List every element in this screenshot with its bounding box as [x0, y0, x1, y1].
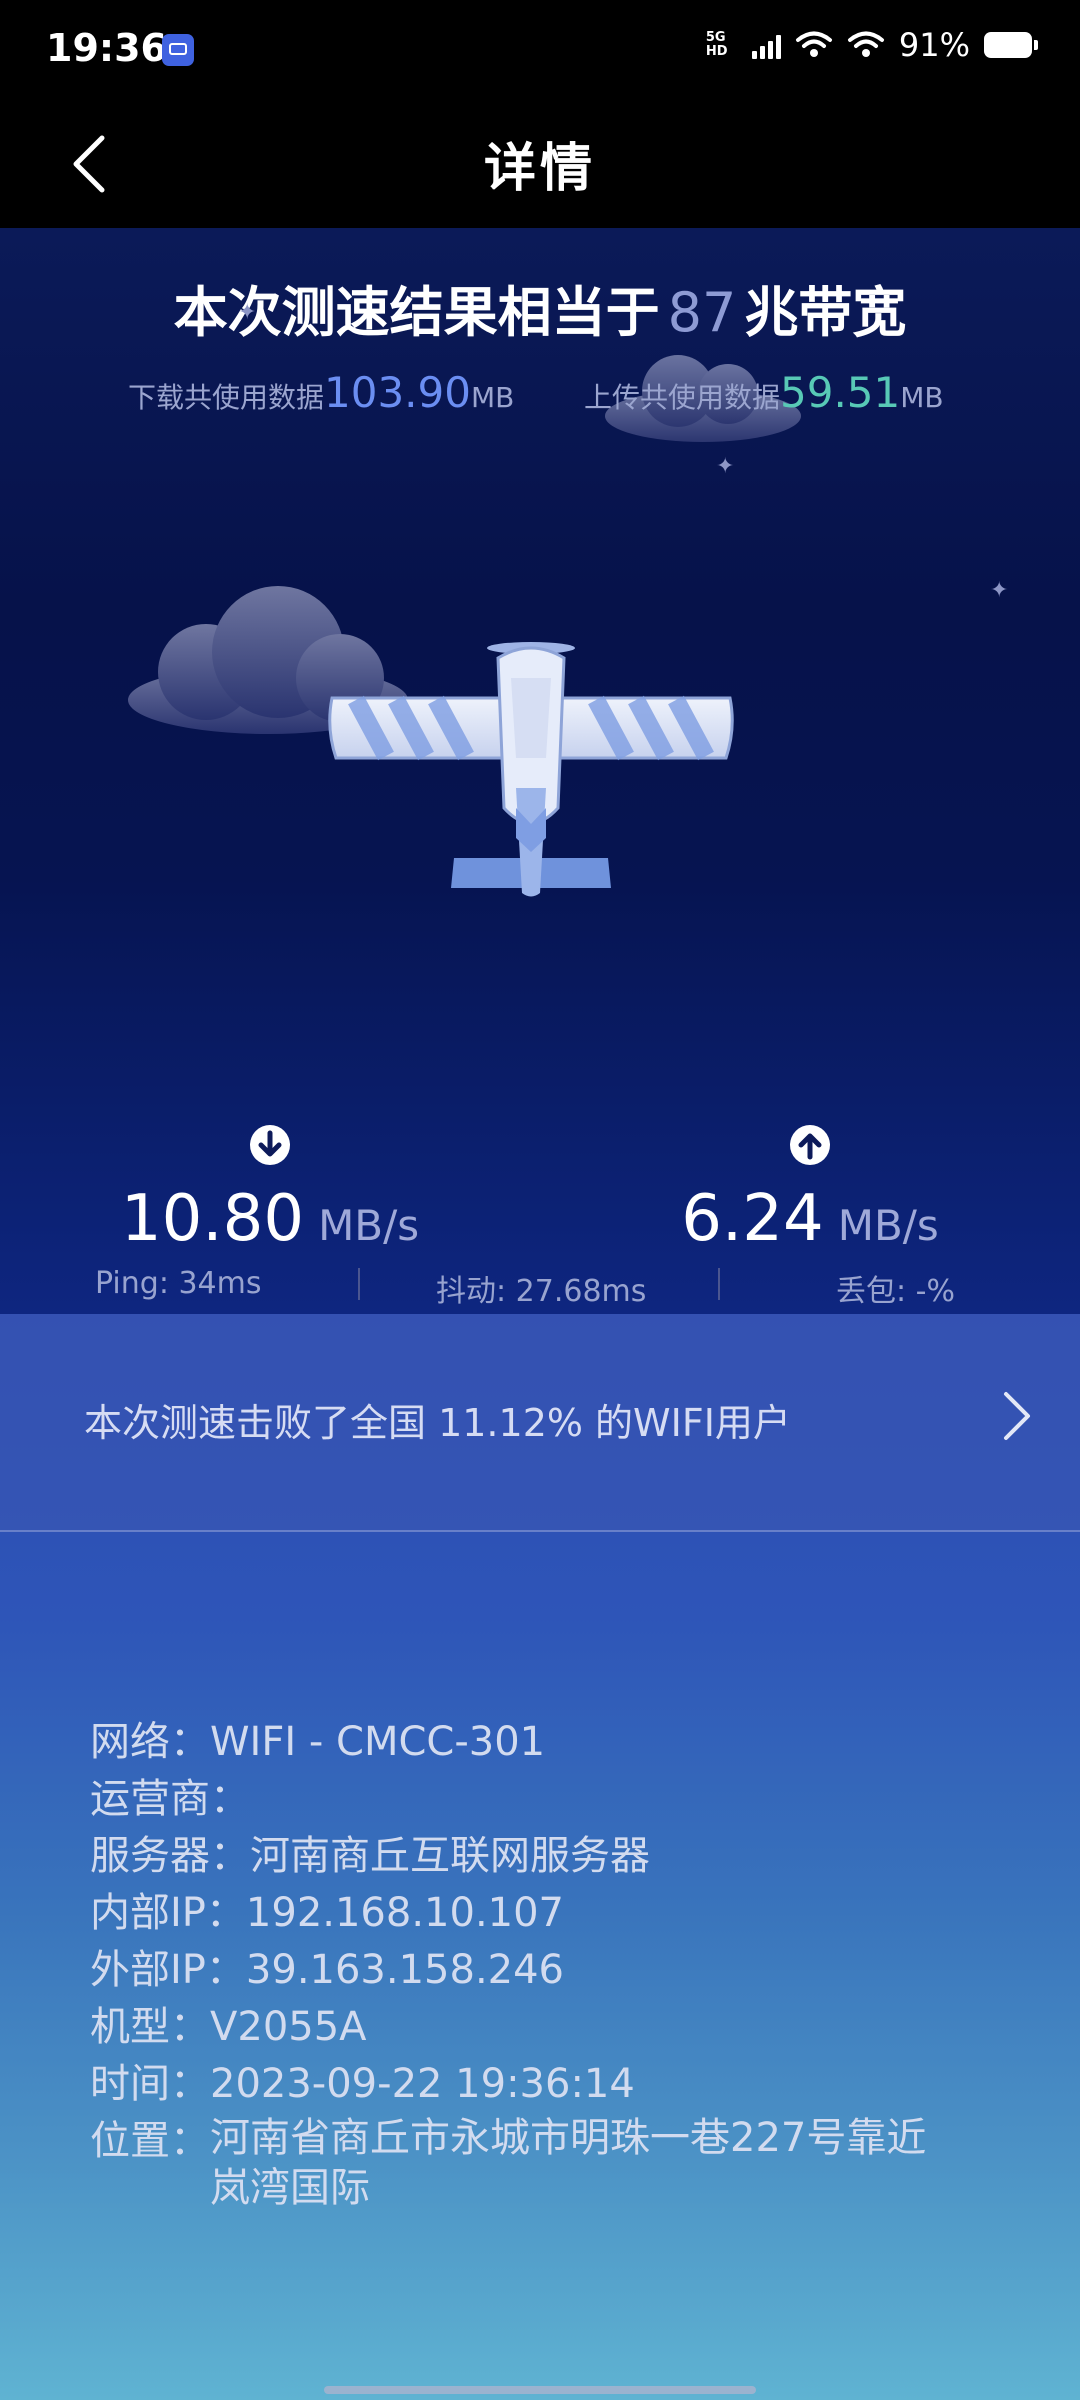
home-indicator[interactable]	[324, 2386, 756, 2394]
detail-value: 河南商丘互联网服务器	[250, 1833, 650, 1879]
upload-speed-unit: MB/s	[837, 1201, 939, 1250]
bandwidth-headline: 本次测速结果相当于 87 兆带宽	[0, 268, 1080, 347]
details-panel: 本次测速击败了全国 11.12% 的WIFI用户 网络： WIFI - CMCC…	[0, 1314, 1080, 2400]
status-indicators: 5G HD 91%	[706, 26, 1038, 64]
battery-icon	[984, 32, 1038, 58]
upload-speed-value: 6.24	[681, 1182, 824, 1256]
download-usage-label: 下载共使用数据	[128, 381, 325, 414]
detail-label: 位置：	[90, 2118, 210, 2164]
detail-label: 机型：	[90, 2004, 210, 2050]
upload-speed: 6.24 MB/s	[610, 1124, 1010, 1256]
detail-server: 服务器： 河南商丘互联网服务器	[90, 1828, 1010, 1885]
detail-label: 运营商：	[90, 1776, 250, 1822]
star-icon: ✦	[716, 454, 735, 479]
chevron-right-icon	[1004, 1392, 1030, 1440]
download-usage: 下载共使用数据103.90MB	[128, 368, 514, 417]
detail-label: 服务器：	[90, 1833, 250, 1879]
notification-app-icon	[162, 34, 194, 66]
wifi-icon	[847, 31, 884, 57]
detail-carrier: 运营商：	[90, 1771, 1010, 1828]
connection-details: 网络： WIFI - CMCC-301 运营商： 服务器： 河南商丘互联网服务器…	[90, 1714, 1010, 2213]
network-type-label: 5G HD	[705, 30, 728, 59]
battery-percentage: 91%	[898, 26, 970, 64]
detail-model: 机型： V2055A	[90, 1999, 1010, 2056]
detail-label: 时间：	[90, 2061, 210, 2107]
detail-value: WIFI - CMCC-301	[210, 1719, 546, 1765]
bandwidth-value: 87	[667, 281, 737, 344]
detail-external-ip: 外部IP： 39.163.158.246	[90, 1942, 1010, 1999]
download-speed: 10.80 MB/s	[70, 1124, 470, 1256]
detail-value: V2055A	[210, 2004, 367, 2050]
detail-value: 2023-09-22 19:36:14	[210, 2061, 635, 2107]
star-icon: ✦	[990, 578, 1009, 603]
upload-usage-value: 59.51	[780, 368, 901, 417]
jitter-metric: 抖动: 27.68ms	[436, 1274, 647, 1309]
page-title: 详情	[483, 139, 596, 199]
detail-location: 位置： 河南省商丘市永城市明珠一巷227号靠近 岚湾国际	[90, 2113, 1010, 2213]
network-metrics: Ping: 34ms 抖动: 27.68ms 丢包: -%	[0, 1266, 1080, 1309]
headline-suffix: 兆带宽	[744, 281, 907, 344]
download-speed-value: 10.80	[120, 1182, 305, 1256]
status-time: 19:36	[46, 26, 167, 70]
arrow-up-circle-icon	[790, 1125, 830, 1165]
download-usage-value: 103.90	[324, 368, 471, 417]
detail-value	[250, 1771, 1010, 1828]
upload-usage: 上传共使用数据59.51MB	[584, 368, 944, 417]
ranking-row[interactable]: 本次测速击败了全国 11.12% 的WIFI用户	[0, 1314, 1080, 1532]
detail-value: 39.163.158.246	[245, 1947, 565, 1993]
detail-label: 网络：	[90, 1719, 210, 1765]
detail-label: 外部IP：	[90, 1947, 246, 1993]
airplane-illustration	[328, 642, 734, 897]
detail-label: 内部IP：	[90, 1890, 246, 1936]
metric-divider	[718, 1268, 720, 1300]
ranking-text: 本次测速击败了全国 11.12% 的WIFI用户	[84, 1401, 791, 1445]
upload-usage-label: 上传共使用数据	[584, 381, 781, 414]
download-speed-unit: MB/s	[318, 1201, 420, 1250]
detail-value: 河南省商丘市永城市明珠一巷227号靠近 岚湾国际	[210, 2115, 927, 2211]
arrow-down-circle-icon	[250, 1125, 290, 1165]
detail-network: 网络： WIFI - CMCC-301	[90, 1714, 1010, 1771]
download-usage-unit: MB	[470, 381, 515, 414]
detail-time: 时间： 2023-09-22 19:36:14	[90, 2056, 1010, 2113]
speed-test-detail-screen: 19:36 5G HD 91% 详情 本次测速结果相当于 87 兆带宽 下载共使…	[0, 0, 1080, 2400]
result-hero: 本次测速结果相当于 87 兆带宽 下载共使用数据103.90MB 上传共使用数据59…	[0, 228, 1080, 1314]
detail-internal-ip: 内部IP： 192.168.10.107	[90, 1885, 1010, 1942]
packet-loss-metric: 丢包: -%	[836, 1274, 955, 1309]
status-bar: 19:36 5G HD 91%	[0, 0, 1080, 100]
wifi-secondary-icon	[795, 31, 832, 57]
metric-divider	[358, 1268, 360, 1300]
star-icon: ✦	[238, 300, 257, 325]
title-bar: 详情	[0, 100, 1080, 228]
cellular-signal-icon: 5G HD	[706, 31, 781, 59]
detail-value: 192.168.10.107	[245, 1890, 565, 1936]
ping-metric: Ping: 34ms	[95, 1266, 262, 1301]
upload-usage-unit: MB	[900, 381, 944, 414]
